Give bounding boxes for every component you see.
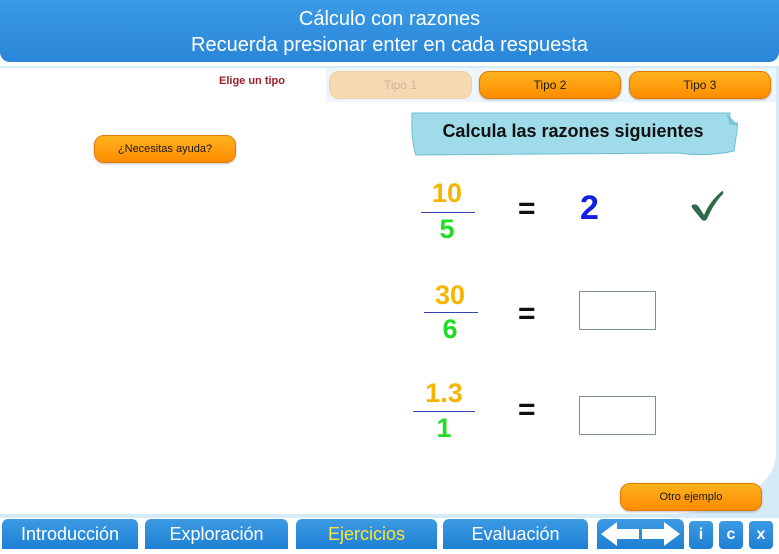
denominator-2: 6 (442, 314, 458, 344)
nav-tab-introduccion[interactable]: Introducción (2, 519, 138, 549)
fraction-bar-1 (421, 212, 475, 213)
equals-sign-2: = (518, 297, 536, 330)
nav-tab-ejercicios[interactable]: Ejercicios (296, 519, 437, 549)
page-subtitle: Recuerda presionar enter en cada respues… (191, 34, 588, 56)
close-button[interactable]: x (749, 521, 773, 549)
equals-sign-1: = (518, 192, 536, 225)
help-button[interactable]: ¿Necesitas ayuda? (94, 135, 236, 163)
tipo-3-button[interactable]: Tipo 3 (629, 71, 771, 99)
answer-input-2[interactable] (579, 291, 656, 330)
tipo-1-button[interactable]: Tipo 1 (329, 71, 472, 99)
equals-sign-3: = (518, 393, 536, 426)
other-example-button[interactable]: Otro ejemplo (620, 483, 762, 511)
fraction-1: 10 5 (417, 178, 477, 246)
nav-tab-evaluacion[interactable]: Evaluación (443, 519, 588, 549)
page-title: Cálculo con razones (298, 8, 481, 30)
banner-text: Calcula las razones siguientes (442, 121, 704, 141)
check-icon (690, 189, 726, 228)
numerator-2: 30 (434, 280, 466, 310)
fraction-bar-2 (424, 312, 478, 313)
numerator-1: 10 (431, 178, 463, 208)
answer-input-3[interactable] (579, 396, 656, 435)
nav-tab-exploracion[interactable]: Exploración (145, 519, 288, 549)
numerator-3: 1.3 (425, 378, 463, 408)
credits-button[interactable]: c (719, 521, 743, 549)
header-bar: Cálculo con razones Recuerda presionar e… (0, 0, 779, 62)
denominator-3: 1 (436, 413, 452, 443)
fraction-bar-3 (413, 411, 475, 412)
arrow-right-icon[interactable] (642, 522, 680, 546)
info-button[interactable]: i (689, 521, 713, 549)
answer-1: 2 (580, 189, 599, 227)
fraction-3: 1.3 1 (413, 378, 475, 446)
arrow-left-icon[interactable] (601, 522, 639, 546)
denominator-1: 5 (439, 214, 455, 244)
tipo-2-button[interactable]: Tipo 2 (479, 71, 621, 99)
fraction-2: 30 6 (420, 280, 480, 348)
nav-arrows (597, 519, 684, 549)
instruction-banner: Calcula las razones siguientes (408, 111, 738, 157)
type-selector-label: Elige un tipo (219, 75, 285, 87)
